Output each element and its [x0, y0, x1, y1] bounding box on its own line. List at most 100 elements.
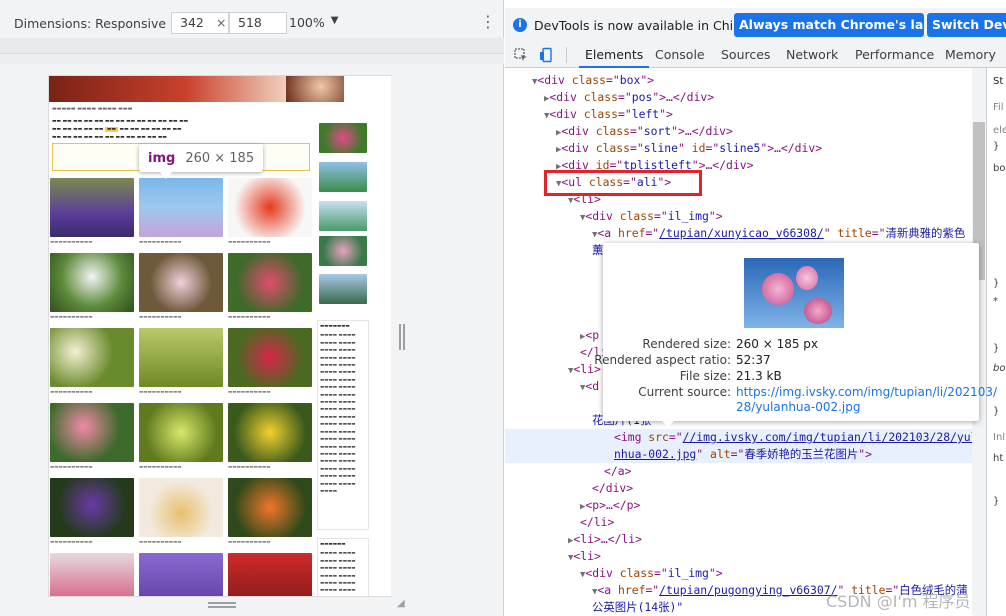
thumb-caption: ▬▬▬▬▬▬▬▬▬▬	[139, 315, 182, 320]
image-tooltip-arrow	[660, 419, 676, 427]
screenshot-root: Dimensions: Responsive ▼ 342 × 518 100% …	[0, 0, 1006, 616]
side-thumb[interactable]	[319, 162, 367, 192]
page-banner-image	[49, 76, 391, 102]
style-rule-text: }	[993, 343, 1000, 354]
dom-node-close: </a>	[604, 464, 632, 478]
style-rule-text: }	[993, 278, 1000, 289]
thumb-pink-puffs[interactable]	[50, 403, 134, 462]
tab-sources[interactable]: Sources	[721, 46, 770, 68]
thumb-red-flower[interactable]	[228, 328, 312, 387]
thumb-orange-lilies[interactable]	[228, 478, 312, 537]
style-rule-text: }	[993, 496, 1000, 507]
style-rule-text: }	[993, 141, 1000, 152]
tooltip-size: 260 × 185	[185, 150, 255, 166]
media-query-ruler	[0, 38, 504, 54]
dom-node[interactable]: ▼<li>	[568, 548, 975, 565]
resize-handle-right[interactable]	[399, 324, 405, 350]
dom-node-close: </div>	[592, 481, 634, 495]
dom-node[interactable]: ▶<li>…</li>	[568, 531, 975, 548]
zoom-dropdown[interactable]: 100% ▼	[289, 15, 338, 30]
styles-filter-input[interactable]: Fil	[993, 102, 1004, 113]
tab-performance[interactable]: Performance	[855, 46, 934, 68]
side-thumb[interactable]	[319, 274, 367, 304]
resize-corner-icon[interactable]: ◢	[397, 598, 405, 609]
dom-node-img-selected-cont[interactable]: nhua-002.jpg" alt="春季娇艳的玉兰花图片">	[505, 446, 975, 463]
zoom-label: 100%	[289, 15, 325, 30]
thumb-green-buds[interactable]	[139, 328, 223, 387]
tab-memory[interactable]: Memory	[945, 46, 996, 68]
page-breadcrumb: ▬▬▬▬▬ ▬▬▬▬ ▬▬▬▬ ▬▬▬	[52, 106, 133, 112]
dom-node-close: </li>	[580, 515, 615, 529]
thumb-yellow-flowers[interactable]	[228, 403, 312, 462]
file-size-label: File size:	[679, 369, 731, 383]
thumb-morning-glory[interactable]	[50, 478, 134, 537]
dimensions-dropdown[interactable]: Dimensions: Responsive ▼	[14, 16, 180, 31]
style-rule-text: ht	[993, 453, 1004, 464]
style-rule-text: ele	[993, 125, 1006, 136]
always-match-language-button[interactable]: Always match Chrome's language	[734, 13, 924, 37]
device-toolbar-icon[interactable]	[539, 47, 555, 63]
tab-elements[interactable]: Elements	[579, 46, 650, 68]
current-source-label: Current source:	[638, 385, 731, 399]
inspect-element-icon[interactable]	[513, 47, 529, 63]
thumb-sunflowers[interactable]	[139, 478, 223, 537]
device-viewport-panel: Dimensions: Responsive ▼ 342 × 518 100% …	[0, 0, 504, 616]
thumb-dandelion[interactable]	[50, 253, 134, 312]
thumb-carnation[interactable]	[228, 253, 312, 312]
thumb-red-leaf[interactable]	[228, 178, 312, 237]
infobar-message: DevTools is now available in Chinese!	[534, 17, 768, 33]
side-thumb[interactable]	[319, 123, 367, 153]
styles-tab[interactable]: St	[993, 76, 1003, 87]
dom-node[interactable]: ▼<div class="left">	[544, 106, 975, 123]
tab-divider	[566, 47, 567, 63]
dom-node-img-selected[interactable]: <img src="//img.ivsky.com/img/tupian/li/…	[505, 429, 975, 446]
language-infobar: i DevTools is now available in Chinese! …	[505, 8, 1006, 42]
element-inspect-tooltip: img 260 × 185	[139, 144, 264, 172]
resize-handle-bottom[interactable]	[208, 602, 236, 608]
dom-node[interactable]: ▶<div class="sline" id="sline5">…</div>	[556, 140, 975, 157]
thumb-pink-row[interactable]	[50, 553, 134, 596]
thumb-pink-blossom[interactable]	[139, 253, 223, 312]
dom-node[interactable]: ▼<a href="/tupian/xunyicao_v66308/" titl…	[592, 225, 975, 242]
dom-node[interactable]: ▼<div class="il_img">	[580, 565, 975, 582]
current-source-link-1[interactable]: https://img.ivsky.com/img/tupian/li/2021…	[736, 385, 997, 399]
caret-down-icon: ▼	[330, 15, 339, 26]
style-rule-text: }	[993, 406, 1000, 417]
side-thumb[interactable]	[319, 201, 367, 231]
styles-pane: St Fil ele } bo } * } bo } Inl ht }	[986, 68, 1006, 616]
thumb-lavender[interactable]	[50, 178, 134, 237]
thumb-caption: ▬▬▬▬▬▬▬▬▬▬	[228, 240, 271, 245]
dom-node[interactable]: ▶<div class="pos">…</div>	[544, 89, 975, 106]
thumb-daisies[interactable]	[50, 328, 134, 387]
dom-node[interactable]: ▶<div class="sort">…</div>	[556, 123, 975, 140]
dom-node[interactable]: ▶<p>…</p>	[580, 497, 975, 514]
dom-node[interactable]: ▼<div class="il_img">	[580, 208, 975, 225]
side-thumb[interactable]	[319, 236, 367, 266]
tooltip-arrow	[159, 171, 173, 179]
emulated-page[interactable]: ▬▬▬▬▬ ▬▬▬▬ ▬▬▬▬ ▬▬▬ ▬▬ ▬▬ ▬▬ ▬▬ ▬▬ ▬▬ ▬▬…	[49, 76, 391, 596]
size-ruler	[0, 54, 504, 64]
file-size-value: 21.3 kB	[736, 369, 782, 383]
tooltip-tag-name: img	[148, 150, 176, 166]
height-input[interactable]: 518	[229, 12, 287, 34]
rendered-size-label: Rendered size:	[642, 337, 731, 351]
thumb-red-row[interactable]	[228, 553, 312, 596]
thumb-yellow-green[interactable]	[139, 403, 223, 462]
rendered-size-value: 260 × 185 px	[736, 337, 819, 351]
thumb-purple-row[interactable]	[139, 553, 223, 596]
aspect-ratio-label: Rendered aspect ratio:	[594, 353, 731, 367]
dom-node[interactable]: ▼<div class="box">	[532, 72, 975, 89]
tab-network[interactable]: Network	[786, 46, 838, 68]
thumb-caption: ▬▬▬▬▬▬▬▬▬▬	[228, 465, 271, 470]
aspect-ratio-value: 52:37	[736, 353, 771, 367]
thumb-caption: ▬▬▬▬▬▬▬▬▬▬	[139, 540, 182, 545]
dimensions-label: Dimensions: Responsive	[14, 15, 167, 31]
thumb-caption: ▬▬▬▬▬▬▬▬▬▬	[50, 465, 93, 470]
tab-console[interactable]: Console	[655, 46, 705, 68]
switch-devtools-button[interactable]: Switch DevTo	[927, 13, 1006, 37]
current-source-link-2[interactable]: 28/yulanhua-002.jpg	[736, 400, 861, 414]
side-category-list: ▬▬▬▬▬▬▬ ▬▬▬▬ ▬▬▬▬ ▬▬▬▬ ▬▬▬▬ ▬▬▬▬ ▬▬▬▬ ▬▬▬▬ …	[317, 320, 369, 530]
style-rule-text: Inl	[993, 432, 1006, 443]
thumb-magnolia-selected[interactable]	[139, 178, 223, 237]
more-options-icon[interactable]: ⋮	[480, 12, 496, 31]
